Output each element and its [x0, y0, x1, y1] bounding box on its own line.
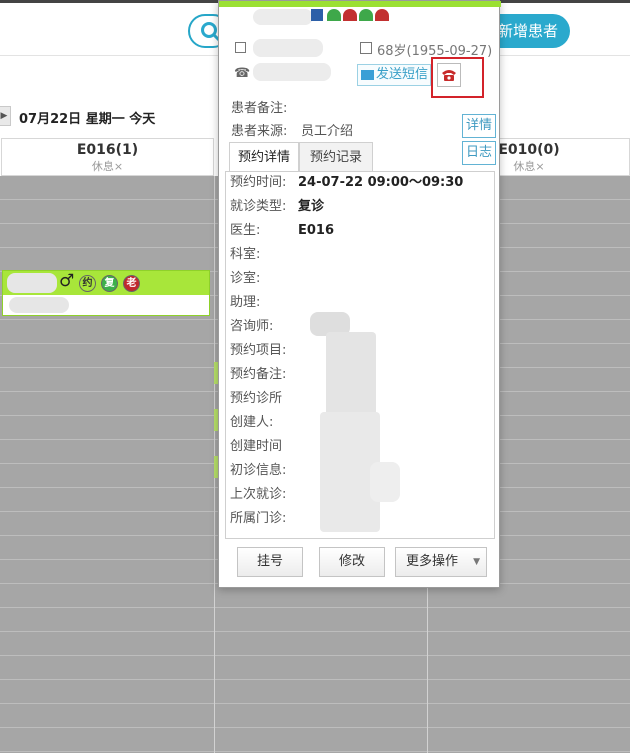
- redacted-area: [310, 312, 400, 532]
- status-icon: [311, 9, 323, 21]
- column-status[interactable]: 休息×: [2, 158, 213, 174]
- detail-label: 所属门诊:: [230, 511, 287, 526]
- appointment-card[interactable]: ♂ 约 复 老: [2, 270, 210, 316]
- detail-label: 创建时间: [230, 439, 283, 454]
- envelope-icon: [361, 70, 374, 80]
- appointment-detail-panel: 预约时间: 24-07-22 09:00～09:30 就诊类型: 复诊 医生: E01…: [225, 171, 495, 539]
- detail-label: 医生:: [230, 223, 261, 238]
- prev-day-button[interactable]: ▶: [0, 106, 11, 126]
- calendar-icon: [360, 42, 372, 54]
- detail-row: 预约诊所: [230, 388, 298, 410]
- appointment-header: ♂ 约 复 老: [3, 271, 209, 295]
- register-button[interactable]: 挂号: [237, 547, 303, 577]
- send-sms-button[interactable]: 发送短信: [357, 64, 431, 86]
- patient-source-value: 员工介绍: [301, 124, 354, 139]
- patient-phone-redacted: [253, 63, 331, 81]
- chevron-down-icon: ▼: [473, 557, 480, 567]
- detail-value: E016: [298, 223, 335, 238]
- patient-popup: 68岁(1955-09-27) ☎ 发送短信 患者备注: 患者来源: 员工介绍 …: [218, 0, 501, 588]
- patient-id-redacted: [253, 39, 323, 57]
- detail-row: 创建时间: [230, 436, 298, 458]
- current-date: 07月22日 星期一 今天: [19, 112, 156, 127]
- patient-source-label: 患者来源:: [231, 124, 288, 139]
- log-button[interactable]: 日志: [462, 141, 496, 165]
- modify-button[interactable]: 修改: [319, 547, 385, 577]
- status-icon: [359, 9, 373, 21]
- detail-row: 上次就诊:: [230, 484, 298, 506]
- old-patient-badge-icon: 老: [123, 275, 140, 292]
- redaction: [370, 462, 400, 502]
- detail-row: 预约项目:: [230, 340, 298, 362]
- detail-label: 创建人:: [230, 415, 274, 430]
- tab-appointment-history[interactable]: 预约记录: [299, 142, 373, 172]
- more-actions-label: 更多操作: [406, 554, 459, 569]
- status-icon: [375, 9, 389, 21]
- revisit-badge-icon: 复: [101, 275, 118, 292]
- redaction: [326, 332, 376, 422]
- tab-appointment-detail[interactable]: 预约详情: [229, 142, 299, 172]
- detail-label: 预约项目:: [230, 343, 287, 358]
- male-icon: ♂: [59, 271, 75, 291]
- detail-row: 就诊类型: 复诊: [230, 196, 324, 218]
- detail-row: 预约备注:: [230, 364, 298, 386]
- detail-value: 复诊: [298, 199, 325, 214]
- more-actions-button[interactable]: 更多操作 ▼: [395, 547, 487, 577]
- patient-info-redacted: [9, 297, 69, 313]
- patient-remark-label: 患者备注:: [231, 101, 288, 116]
- detail-row: 医生: E016: [230, 220, 334, 242]
- doctor-column-e016[interactable]: E016(1) 休息×: [1, 138, 214, 176]
- appointment-badge-icon: 约: [79, 275, 96, 292]
- status-icon: [343, 9, 357, 21]
- detail-row: 诊室:: [230, 268, 298, 290]
- send-sms-label: 发送短信: [376, 67, 429, 82]
- detail-label: 助理:: [230, 295, 261, 310]
- detail-label: 预约备注:: [230, 367, 287, 382]
- popup-top-bar: [219, 1, 501, 7]
- detail-label: 上次就诊:: [230, 487, 287, 502]
- highlight-box: [431, 57, 484, 98]
- detail-button[interactable]: 详情: [462, 114, 496, 138]
- detail-value: 24-07-22 09:00～09:30: [298, 175, 464, 190]
- detail-label: 科室:: [230, 247, 261, 262]
- patient-name-redacted: [253, 9, 313, 25]
- detail-label: 预约时间:: [230, 175, 287, 190]
- patient-name-redacted: [7, 273, 57, 293]
- telephone-icon: ☎: [234, 66, 251, 81]
- detail-row: 创建人:: [230, 412, 298, 434]
- detail-row: 科室:: [230, 244, 298, 266]
- detail-label: 就诊类型:: [230, 199, 287, 214]
- detail-row: 所属门诊:: [230, 508, 298, 530]
- detail-label: 预约诊所: [230, 391, 283, 406]
- detail-row: 初诊信息:: [230, 460, 298, 482]
- detail-label: 咨询师:: [230, 319, 274, 334]
- detail-row: 咨询师:: [230, 316, 298, 338]
- column-title: E016(1): [76, 142, 139, 158]
- detail-label: 诊室:: [230, 271, 261, 286]
- detail-row: 助理:: [230, 292, 298, 314]
- detail-row: 预约时间: 24-07-22 09:00～09:30: [230, 172, 463, 194]
- id-card-icon: [235, 42, 246, 53]
- detail-label: 初诊信息:: [230, 463, 287, 478]
- status-icon: [327, 9, 341, 21]
